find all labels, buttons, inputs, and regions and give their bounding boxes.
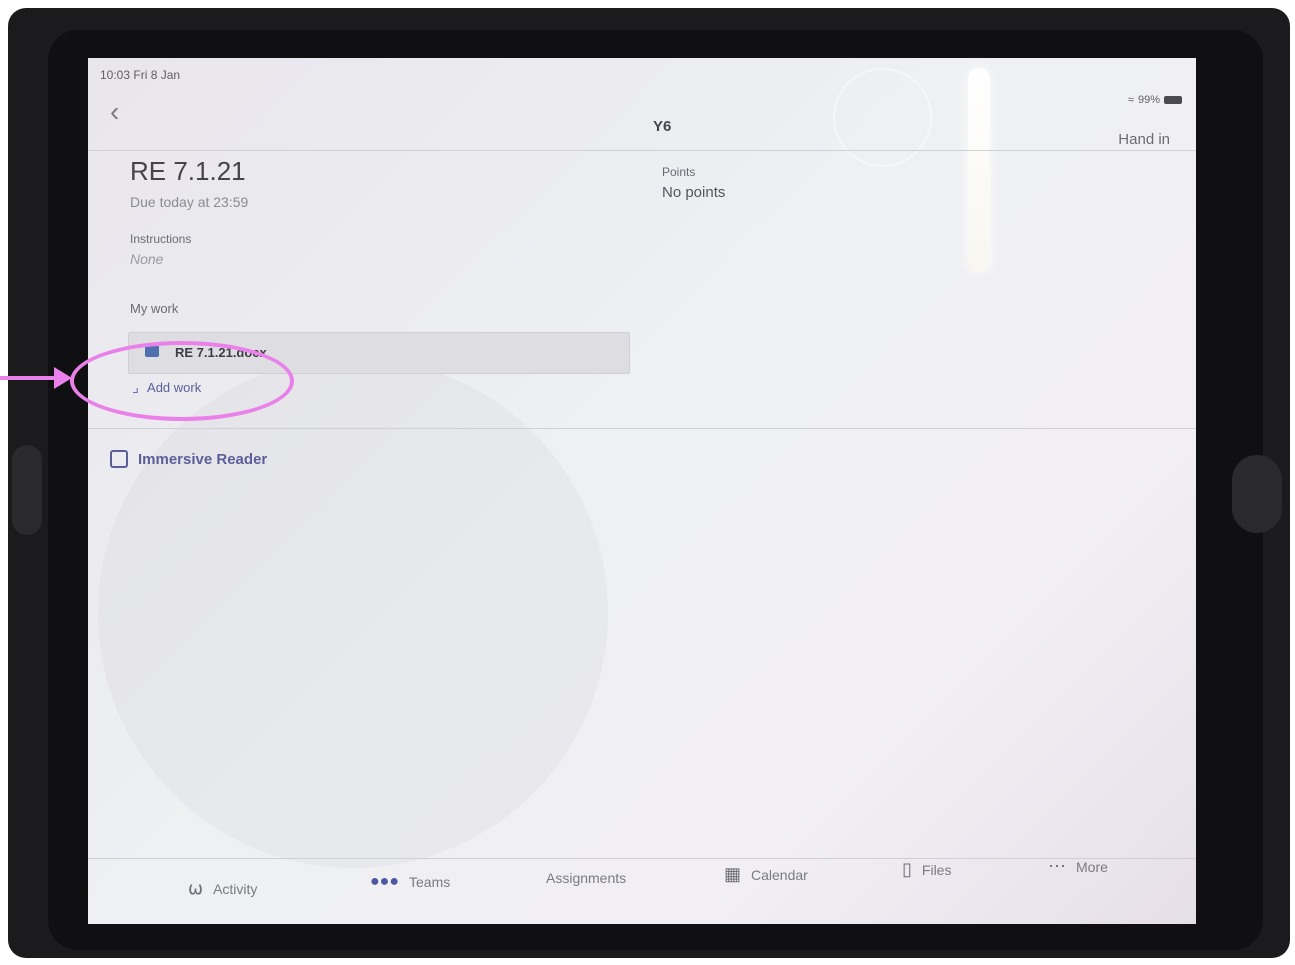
hand-in-button[interactable]: Hand in (1118, 131, 1170, 148)
immersive-reader-icon (110, 450, 128, 468)
side-bumper (12, 445, 42, 535)
status-time-date: 10:03 Fri 8 Jan (100, 68, 181, 82)
tab-label-activity: Activity (213, 880, 258, 897)
ellipsis-icon: ⋯ (1048, 856, 1066, 876)
tab-label-calendar: Calendar (751, 866, 808, 883)
instructions-value: None (130, 251, 164, 267)
tab-files[interactable]: ▯ Files (902, 859, 951, 880)
my-work-label: My work (130, 301, 179, 316)
teams-icon: ●●● (370, 873, 399, 890)
section-divider (88, 428, 1196, 429)
status-right: ≈ 99% (1128, 94, 1182, 106)
tab-more[interactable]: ⋯ More (1048, 856, 1108, 877)
battery-percent: 99% (1137, 94, 1160, 106)
tab-bar-divider (88, 858, 1196, 859)
tab-calendar[interactable]: ▦ Calendar (724, 864, 808, 885)
annotation-arrow-shaft (0, 376, 60, 380)
wifi-icon: ≈ (1127, 94, 1134, 106)
annotation-circle (70, 341, 294, 421)
home-button (1232, 455, 1282, 533)
bell-icon: ⍵ (188, 878, 204, 898)
immersive-reader-label: Immersive Reader (138, 450, 268, 468)
tab-teams[interactable]: ●●● Teams (370, 873, 450, 891)
header-divider (88, 150, 1196, 151)
calendar-icon: ▦ (724, 864, 742, 884)
page-title: Y6 (653, 118, 672, 135)
tab-activity[interactable]: ⍵ Activity (188, 878, 257, 899)
file-icon: ▯ (902, 859, 912, 879)
screen: 10:03 Fri 8 Jan ≈ 99% ‹ Y6 Hand in RE 7.… (88, 58, 1196, 924)
tab-label-files: Files (921, 861, 952, 878)
due-date: Due today at 23:59 (130, 194, 249, 210)
immersive-reader-button[interactable]: Immersive Reader (110, 450, 267, 468)
instructions-label: Instructions (130, 232, 192, 246)
points-label: Points (662, 165, 696, 179)
battery-icon (1164, 96, 1182, 104)
tab-label-assignments: Assignments (546, 870, 627, 886)
tab-label-more: More (1076, 858, 1108, 875)
light-reflection-ring (833, 68, 932, 167)
tab-assignments[interactable]: Assignments (546, 870, 626, 886)
assignment-title: RE 7.1.21 (130, 156, 246, 186)
light-glare (968, 68, 990, 273)
tab-label-teams: Teams (409, 874, 451, 890)
points-value: No points (662, 184, 726, 201)
camera-shadow (98, 358, 608, 868)
back-chevron-icon[interactable]: ‹ (110, 96, 119, 128)
